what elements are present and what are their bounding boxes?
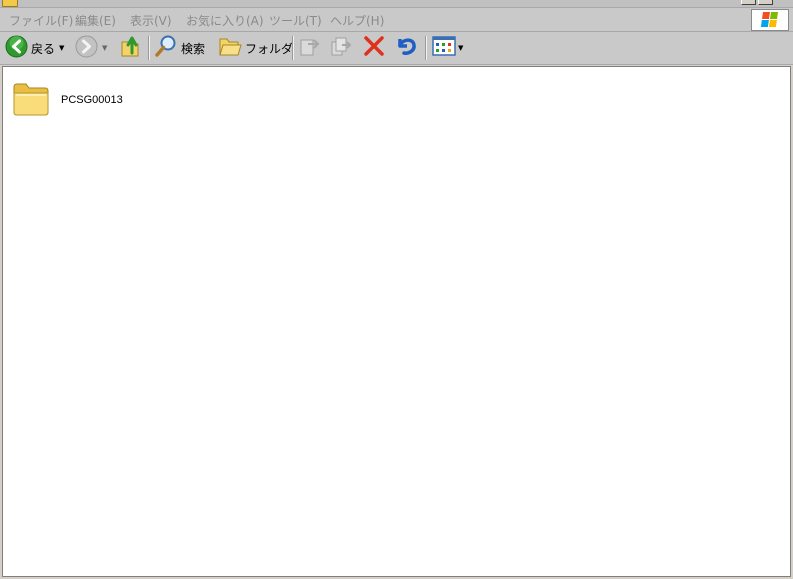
- copy-to-button[interactable]: [330, 35, 352, 61]
- maximize-button[interactable]: [758, 0, 773, 5]
- title-bar: [0, 0, 793, 7]
- views-icon: [432, 36, 456, 60]
- toolbar: 戻る ▼ ▼ 検索 フォルダ ▼: [0, 32, 793, 65]
- move-to-icon: [299, 35, 321, 61]
- menu-tools[interactable]: ツール(T): [269, 12, 322, 29]
- forward-button[interactable]: ▼: [75, 35, 107, 61]
- back-label: 戻る: [31, 41, 56, 56]
- back-dropdown-icon[interactable]: ▼: [59, 44, 64, 52]
- folders-label: フォルダ: [245, 41, 294, 56]
- forward-arrow-icon: [75, 35, 98, 62]
- search-label: 検索: [181, 41, 206, 56]
- window-folder-icon: [2, 0, 18, 7]
- menu-bar: ファイル(F) 編集(E) 表示(V) お気に入り(A) ツール(T) ヘルプ(…: [0, 7, 793, 32]
- toolbar-separator: [292, 36, 294, 60]
- minimize-button[interactable]: [741, 0, 756, 5]
- windows-logo-icon: [751, 9, 789, 31]
- delete-button[interactable]: [363, 35, 385, 61]
- back-arrow-icon: [5, 35, 28, 62]
- up-folder-button[interactable]: [120, 35, 142, 61]
- menu-edit[interactable]: 編集(E): [75, 12, 116, 29]
- folder-name-label: PCSG00013: [61, 94, 123, 106]
- folders-button[interactable]: フォルダ: [218, 35, 293, 61]
- copy-to-icon: [330, 35, 352, 61]
- delete-x-icon: [363, 35, 385, 61]
- folders-icon: [218, 35, 242, 61]
- undo-arrow-icon: [394, 35, 418, 61]
- menu-favorites[interactable]: お気に入り(A): [186, 12, 264, 29]
- file-list-pane[interactable]: PCSG00013: [2, 66, 791, 577]
- back-button[interactable]: 戻る ▼: [5, 35, 64, 61]
- menu-view[interactable]: 表示(V): [130, 12, 172, 29]
- search-button[interactable]: 検索: [154, 35, 205, 61]
- list-item[interactable]: PCSG00013: [11, 79, 123, 121]
- search-magnifier-icon: [154, 34, 178, 62]
- views-button[interactable]: ▼: [432, 35, 463, 61]
- toolbar-separator: [425, 36, 427, 60]
- undo-button[interactable]: [394, 35, 418, 61]
- toolbar-separator: [148, 36, 150, 60]
- forward-dropdown-icon[interactable]: ▼: [102, 44, 107, 52]
- move-to-button[interactable]: [299, 35, 321, 61]
- menu-help[interactable]: ヘルプ(H): [330, 12, 384, 29]
- folder-icon: [11, 79, 51, 121]
- menu-file[interactable]: ファイル(F): [9, 12, 73, 29]
- views-dropdown-icon[interactable]: ▼: [458, 44, 463, 52]
- up-folder-icon: [120, 34, 142, 62]
